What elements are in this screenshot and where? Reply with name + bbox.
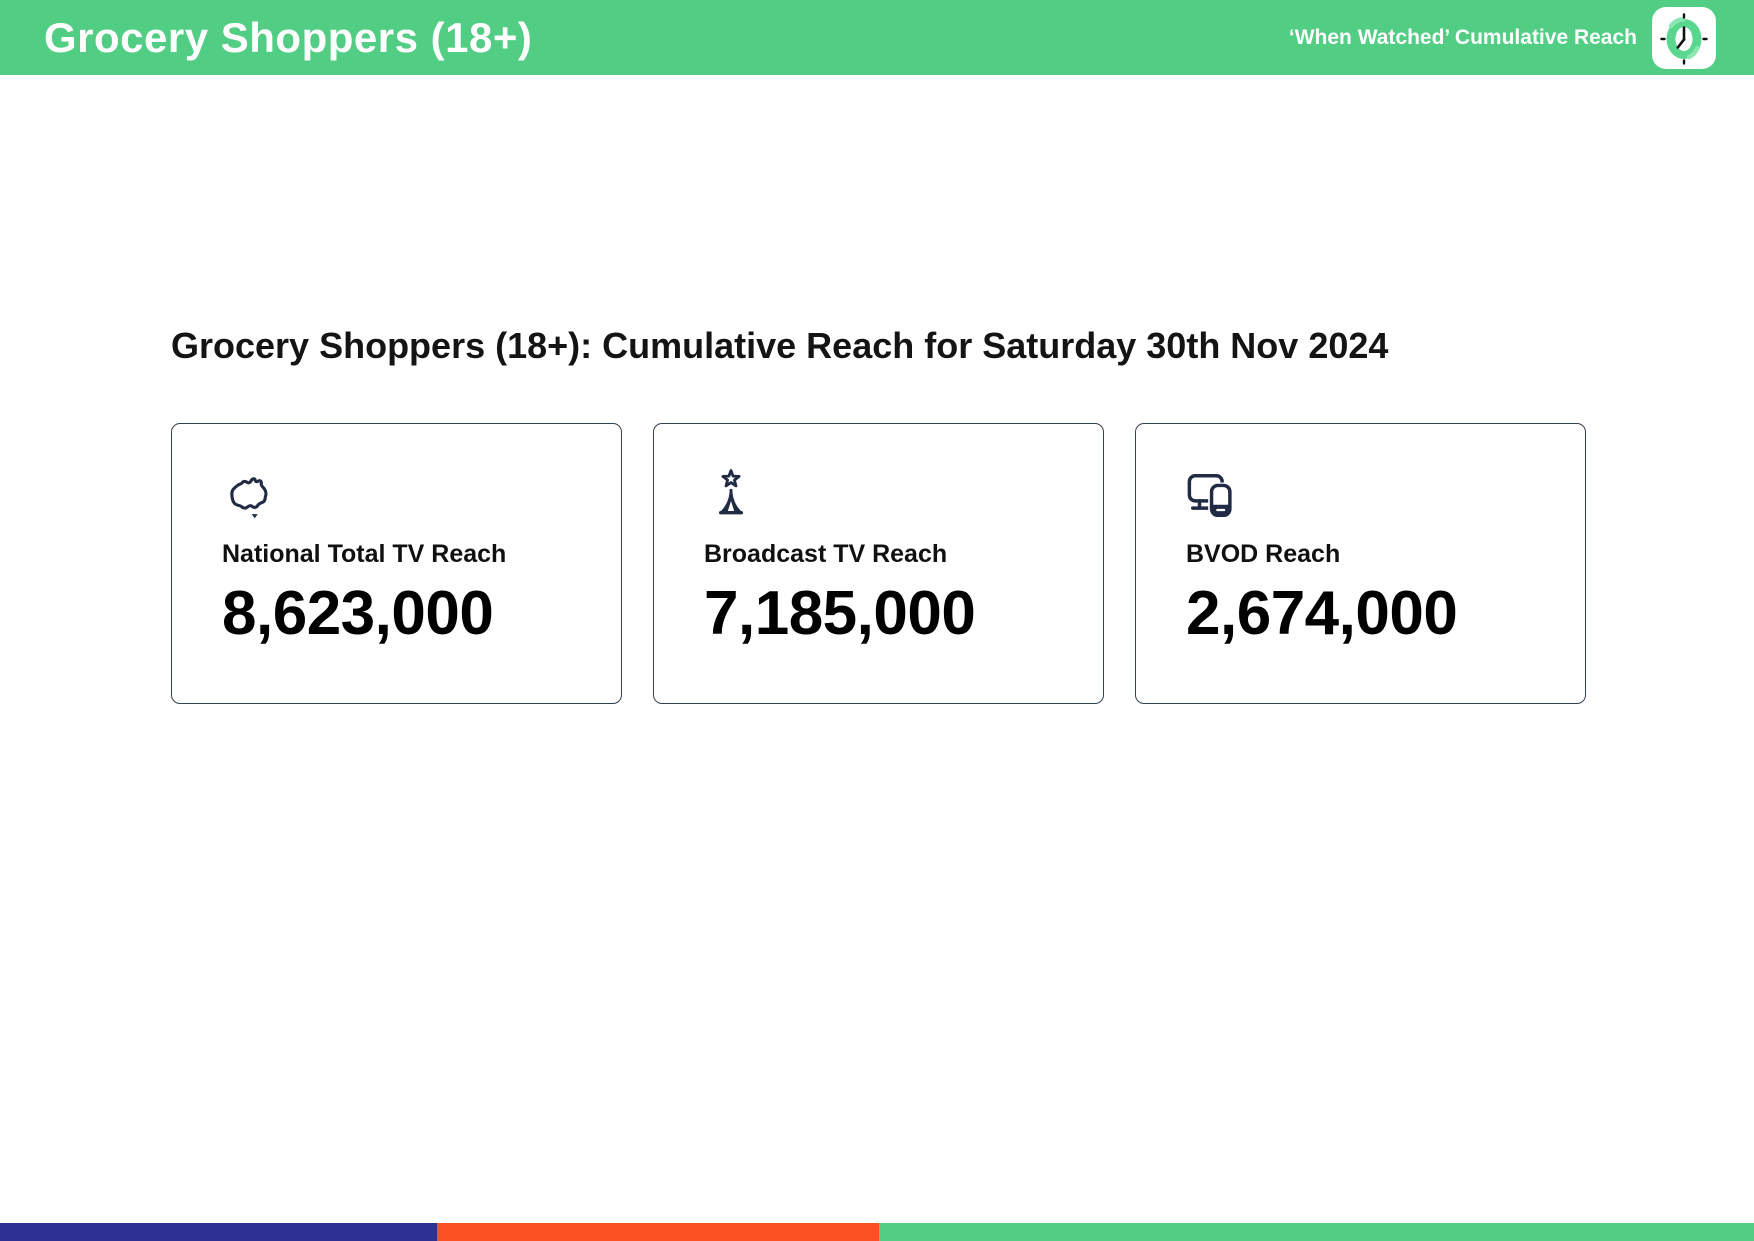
metric-value: 7,185,000 — [704, 578, 976, 648]
metric-value: 8,623,000 — [222, 578, 494, 648]
metric-cards-row: National Total TV Reach 8,623,000 Broadc… — [171, 422, 1754, 704]
header-right-group: ‘When Watched’ Cumulative Reach — [1288, 6, 1716, 69]
footer-color-bar — [0, 1223, 1754, 1241]
tv-devices-icon — [1186, 468, 1565, 526]
header-bar: Grocery Shoppers (18+) ‘When Watched’ Cu… — [0, 0, 1754, 75]
broadcast-tower-icon — [704, 468, 1083, 526]
metric-card-national-total-tv: National Total TV Reach 8,623,000 — [171, 422, 622, 704]
metric-card-broadcast-tv: Broadcast TV Reach 7,185,000 — [653, 422, 1104, 704]
metric-label: National Total TV Reach — [222, 539, 507, 568]
australia-map-icon — [222, 468, 601, 526]
report-heading: Grocery Shoppers (18+): Cumulative Reach… — [171, 325, 1389, 366]
metric-value: 2,674,000 — [1186, 578, 1458, 648]
footer-segment-blue — [0, 1223, 437, 1241]
footer-segment-green — [878, 1223, 1754, 1241]
metric-card-bvod: BVOD Reach 2,674,000 — [1135, 422, 1586, 704]
footer-segment-orange — [436, 1223, 879, 1241]
metric-label: Broadcast TV Reach — [704, 539, 948, 568]
page-title: Grocery Shoppers (18+) — [44, 13, 533, 61]
main-content: Grocery Shoppers (18+): Cumulative Reach… — [0, 326, 1754, 704]
clock-logo-icon — [1652, 6, 1716, 69]
header-subtitle: ‘When Watched’ Cumulative Reach — [1288, 25, 1637, 49]
metric-label: BVOD Reach — [1186, 539, 1341, 568]
